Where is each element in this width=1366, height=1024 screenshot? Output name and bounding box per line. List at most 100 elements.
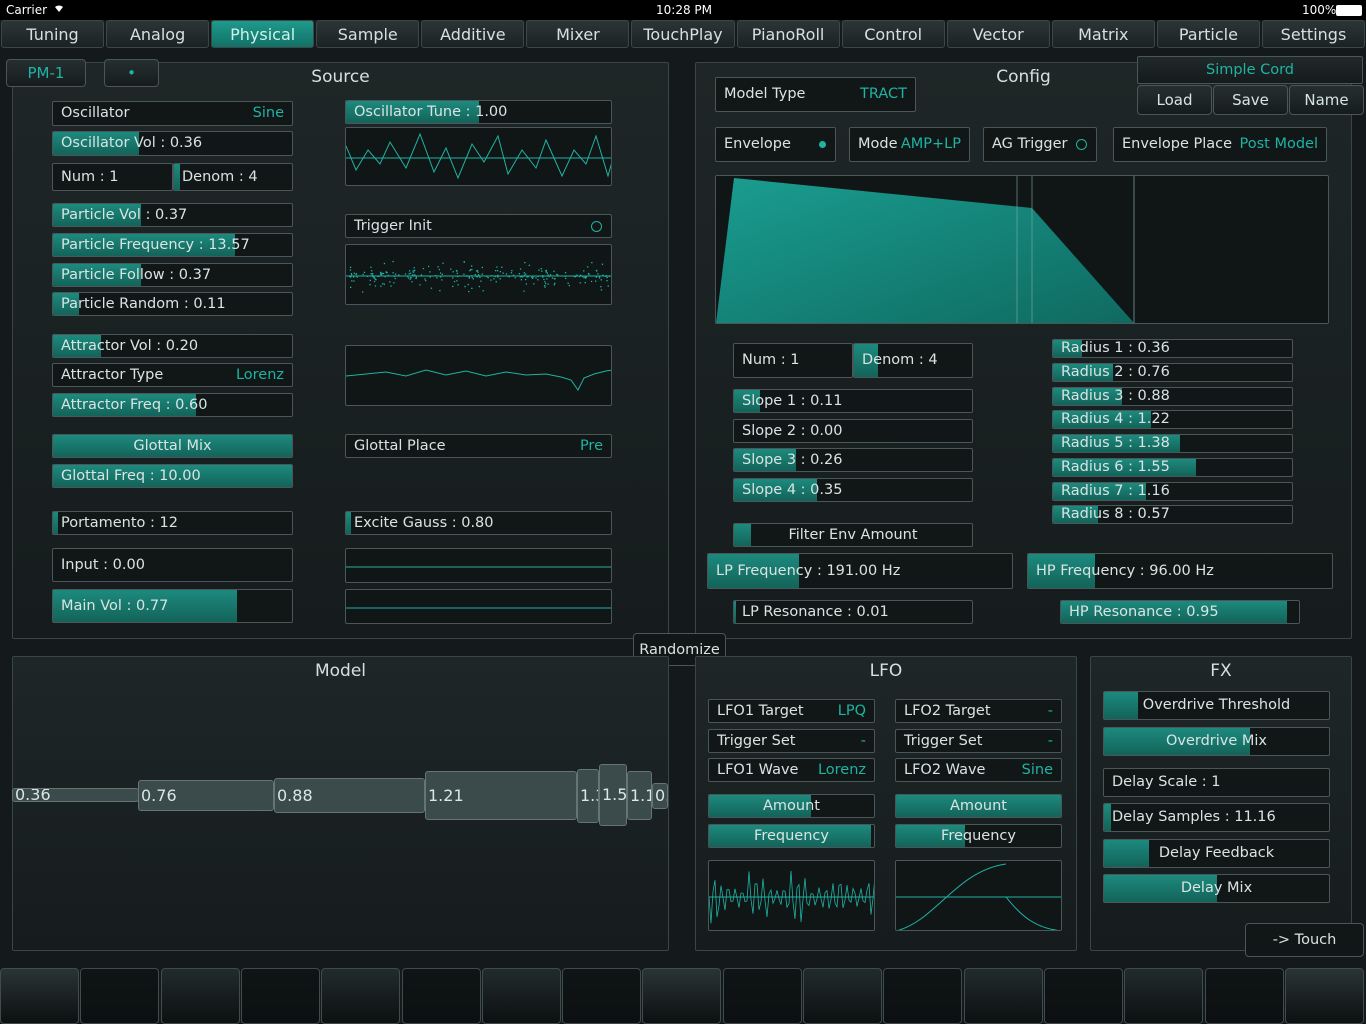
oscillator-tune-slider[interactable]: Oscillator Tune : 1.00 <box>345 100 612 124</box>
radius-4-slider[interactable]: Radius 4 : 1.22 <box>1052 410 1293 429</box>
model-segment[interactable]: 1.3 <box>577 769 599 823</box>
tab-touchplay[interactable]: TouchPlay <box>631 20 735 48</box>
tab-tuning[interactable]: Tuning <box>1 20 105 48</box>
hp-frequency-slider[interactable]: HP Frequency : 96.00 Hz <box>1027 553 1333 589</box>
lfo1-target-select[interactable]: LFO1 Target LPQ <box>708 699 875 723</box>
lfo2-target-select[interactable]: LFO2 Target - <box>895 699 1062 723</box>
model-segment[interactable]: 1.1 <box>627 771 652 820</box>
keyboard-key[interactable] <box>321 968 401 1024</box>
keyboard-key[interactable] <box>803 968 882 1024</box>
ag-trigger-toggle[interactable]: AG Trigger <box>983 127 1097 162</box>
model-segment[interactable]: 1.21 <box>425 771 577 820</box>
keyboard-key[interactable] <box>401 968 481 1024</box>
model-segment[interactable]: 0.36 <box>12 788 139 802</box>
lfo1-amount-slider[interactable]: Amount <box>708 794 875 818</box>
keyboard-key[interactable] <box>240 968 320 1024</box>
lfo1-wave-select[interactable]: LFO1 Wave Lorenz <box>708 758 875 782</box>
tab-settings[interactable]: Settings <box>1261 20 1366 48</box>
keyboard-key[interactable] <box>1284 968 1364 1024</box>
particle-random-slider[interactable]: Particle Random : 0.11 <box>52 292 293 316</box>
lp-resonance-slider[interactable]: LP Resonance : 0.01 <box>733 600 973 624</box>
radius-7-slider[interactable]: Radius 7 : 1.16 <box>1052 482 1293 501</box>
tab-particle[interactable]: Particle <box>1156 20 1260 48</box>
lfo2-amount-slider[interactable]: Amount <box>895 794 1062 818</box>
num-field[interactable]: Num : 1 <box>52 163 173 191</box>
delay-scale-slider[interactable]: Delay Scale : 1 <box>1103 768 1330 797</box>
tab-physical[interactable]: Physical <box>211 20 315 48</box>
radius-8-slider[interactable]: Radius 8 : 0.57 <box>1052 505 1293 524</box>
load-button[interactable]: Load <box>1137 85 1212 115</box>
keyboard-key[interactable] <box>562 968 642 1024</box>
model-segment[interactable]: 1.5 <box>599 764 627 826</box>
keyboard-key[interactable] <box>883 968 963 1024</box>
keyboard-key[interactable] <box>80 968 160 1024</box>
delay-feedback-slider[interactable]: Delay Feedback <box>1103 839 1330 868</box>
envelope-toggle[interactable]: Envelope <box>715 127 836 162</box>
tab-additive[interactable]: Additive <box>421 20 525 48</box>
oscillator-vol-slider[interactable]: Oscillator Vol : 0.36 <box>52 131 293 156</box>
model-type-select[interactable]: Model Type TRACT <box>715 77 916 112</box>
denom-field[interactable]: Denom : 4 <box>173 163 293 191</box>
keyboard-key[interactable] <box>1043 968 1123 1024</box>
slope-3-slider[interactable]: Slope 3 : 0.26 <box>733 448 973 472</box>
delay-samples-slider[interactable]: Delay Samples : 11.16 <box>1103 803 1330 832</box>
model-segment[interactable]: 0.88 <box>274 778 425 813</box>
main-vol-slider[interactable]: Main Vol : 0.77 <box>52 589 293 623</box>
lp-frequency-slider[interactable]: LP Frequency : 191.00 Hz <box>707 553 1013 589</box>
trigger-init-toggle[interactable]: Trigger Init <box>345 214 612 238</box>
radius-1-slider[interactable]: Radius 1 : 0.36 <box>1052 339 1293 358</box>
attractor-freq-slider[interactable]: Attractor Freq : 0.60 <box>52 393 293 417</box>
portamento-slider[interactable]: Portamento : 12 <box>52 511 293 535</box>
tab-sample[interactable]: Sample <box>316 20 420 48</box>
radius-5-slider[interactable]: Radius 5 : 1.38 <box>1052 434 1293 453</box>
keyboard-key[interactable] <box>963 968 1043 1024</box>
keyboard-key[interactable] <box>642 968 722 1024</box>
keyboard-key[interactable] <box>0 968 79 1024</box>
glottal-mix-slider[interactable]: Glottal Mix <box>52 434 293 458</box>
glottal-place-select[interactable]: Glottal Place Pre <box>345 434 612 458</box>
slope-4-slider[interactable]: Slope 4 : 0.35 <box>733 478 973 502</box>
radius-6-slider[interactable]: Radius 6 : 1.55 <box>1052 458 1293 477</box>
glottal-freq-slider[interactable]: Glottal Freq : 10.00 <box>52 464 293 488</box>
keyboard-key[interactable] <box>1204 968 1284 1024</box>
delay-mix-slider[interactable]: Delay Mix <box>1103 874 1330 903</box>
tab-control[interactable]: Control <box>841 20 945 48</box>
attractor-type-select[interactable]: Attractor Type Lorenz <box>52 363 293 387</box>
particle-vol-slider[interactable]: Particle Vol : 0.37 <box>52 203 293 227</box>
keyboard-key[interactable] <box>722 968 802 1024</box>
touch-button[interactable]: -> Touch <box>1245 923 1364 957</box>
tab-matrix[interactable]: Matrix <box>1051 20 1155 48</box>
particle-frequency-slider[interactable]: Particle Frequency : 13.57 <box>52 233 293 257</box>
particle-follow-slider[interactable]: Particle Follow : 0.37 <box>52 263 293 287</box>
input-slider[interactable]: Input : 0.00 <box>52 548 293 582</box>
slope-2-slider[interactable]: Slope 2 : 0.00 <box>733 419 973 443</box>
slope-1-slider[interactable]: Slope 1 : 0.11 <box>733 389 973 413</box>
lfo2-trigger-set-select[interactable]: Trigger Set - <box>895 729 1062 753</box>
oscillator-select[interactable]: Oscillator Sine <box>52 101 293 126</box>
keyboard-key[interactable] <box>1124 968 1204 1024</box>
tab-pianoroll[interactable]: PianoRoll <box>736 20 840 48</box>
attractor-vol-slider[interactable]: Attractor Vol : 0.20 <box>52 334 293 358</box>
save-button[interactable]: Save <box>1213 85 1288 115</box>
overdrive-threshold-slider[interactable]: Overdrive Threshold <box>1103 691 1330 720</box>
filter-env-amount-slider[interactable]: Filter Env Amount <box>733 523 973 547</box>
lfo1-frequency-slider[interactable]: Frequency <box>708 824 875 848</box>
model-segment[interactable]: 0. <box>652 783 668 809</box>
config-num-field[interactable]: Num : 1 <box>733 343 853 378</box>
tab-analog[interactable]: Analog <box>106 20 210 48</box>
mode-select[interactable]: Mode AMP+LP <box>849 127 970 162</box>
envelope-editor[interactable] <box>715 175 1329 324</box>
envelope-place-select[interactable]: Envelope Place Post Model <box>1113 127 1327 162</box>
preset-button[interactable]: PM-1 <box>6 59 86 87</box>
excite-gauss-slider[interactable]: Excite Gauss : 0.80 <box>345 511 612 535</box>
cord-preset-field[interactable]: Simple Cord <box>1137 56 1363 84</box>
keyboard-key[interactable] <box>481 968 561 1024</box>
tab-vector[interactable]: Vector <box>946 20 1050 48</box>
preset-dot-button[interactable]: • <box>104 59 159 87</box>
config-denom-field[interactable]: Denom : 4 <box>853 343 973 378</box>
name-button[interactable]: Name <box>1289 85 1364 115</box>
hp-resonance-slider[interactable]: HP Resonance : 0.95 <box>1060 600 1300 624</box>
radius-2-slider[interactable]: Radius 2 : 0.76 <box>1052 363 1293 382</box>
model-segment[interactable]: 0.76 <box>138 780 274 811</box>
lfo2-wave-select[interactable]: LFO2 Wave Sine <box>895 758 1062 782</box>
